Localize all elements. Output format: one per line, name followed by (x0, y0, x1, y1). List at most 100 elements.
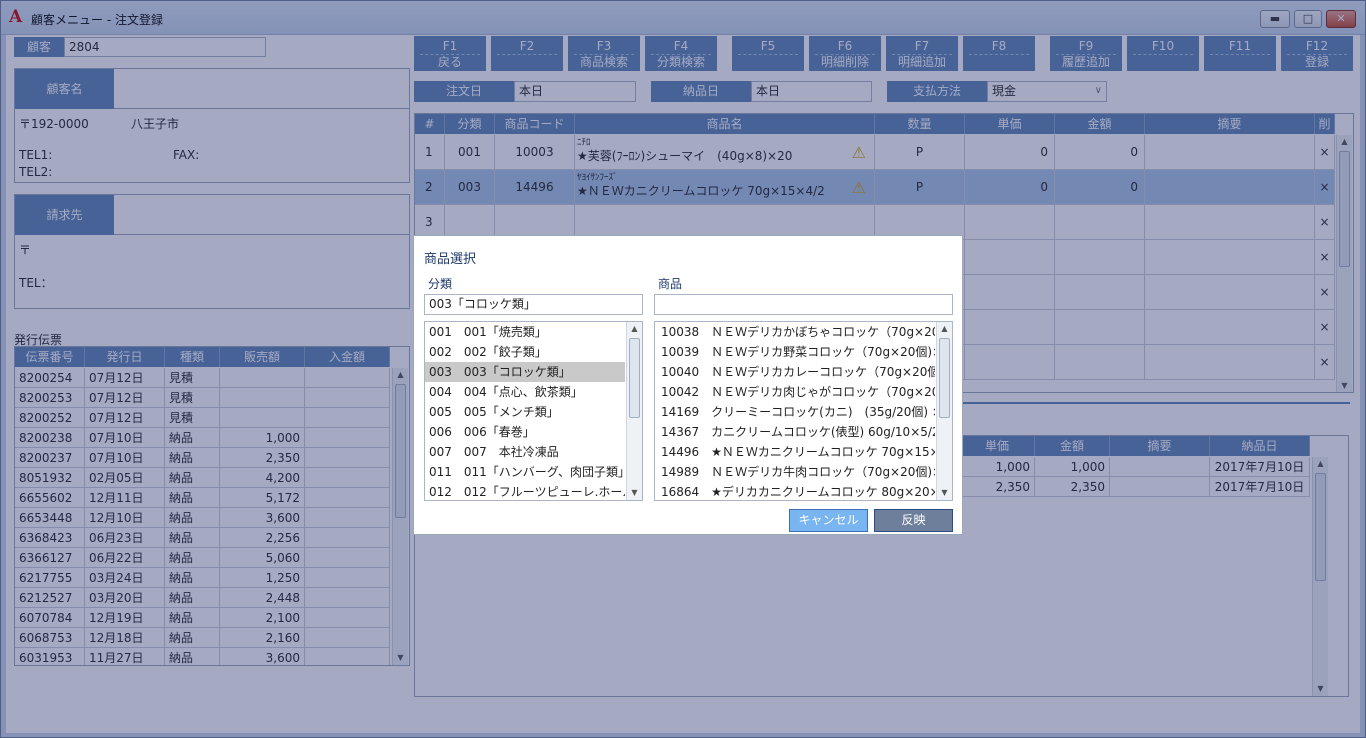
category-item[interactable]: 007 007 本社冷凍品 (425, 442, 625, 462)
product-item[interactable]: 16864 ★デリカカニクリームコロッケ 80g×20×3/2 (655, 482, 935, 500)
scroll-thumb[interactable] (629, 338, 640, 419)
product-item[interactable]: 14367 カニクリームコロッケ(俵型) 60g/10×5/2 (655, 422, 935, 442)
product-name-cell[interactable]: ﾆﾁﾛ ★芙蓉(ﾌｰﾛﾝ)シューマイ (40g×8)×20 ⚠ (575, 135, 875, 170)
slips-header-0[interactable]: 伝票番号 (15, 347, 85, 367)
history-header-0[interactable]: 単価 (960, 436, 1035, 456)
product-scrollbar[interactable]: ▲ ▼ (936, 322, 952, 500)
table-row[interactable]: 6368423 06月23日 納品 2,256 (15, 528, 390, 548)
fkey-f9-button[interactable]: F9 履歴追加 (1050, 36, 1122, 71)
delete-row-icon[interactable]: × (1315, 135, 1335, 170)
fkey-f10-button[interactable]: F10 (1127, 36, 1199, 71)
category-item[interactable]: 005 005「メンチ類」 (425, 402, 625, 422)
product-item[interactable]: 10038 ＮＥＷデリカかぼちゃコロッケ（70g×20個)× (655, 322, 935, 342)
product-list[interactable]: 10038 ＮＥＷデリカかぼちゃコロッケ（70g×20個)×10039 ＮＥＷデ… (654, 321, 953, 501)
order-header-7[interactable]: 摘要 (1145, 114, 1315, 134)
order-header-2[interactable]: 商品コード (495, 114, 575, 134)
fkey-f3-button[interactable]: F3 商品検索 (568, 36, 640, 71)
table-row[interactable]: 8200252 07月12日 見積 (15, 408, 390, 428)
category-item[interactable]: 002 002「餃子類」 (425, 342, 625, 362)
category-item[interactable]: 001 001「焼売類」 (425, 322, 625, 342)
table-row[interactable]: 8051932 02月05日 納品 4,200 (15, 468, 390, 488)
fkey-f7-button[interactable]: F7 明細追加 (886, 36, 958, 71)
customer-code-field[interactable]: 2804 (64, 37, 266, 57)
table-row[interactable]: 8200237 07月10日 納品 2,350 (15, 448, 390, 468)
scroll-thumb[interactable] (1339, 151, 1350, 268)
category-search-input[interactable]: 003「コロッケ類」 (424, 294, 643, 315)
product-item[interactable]: 14496 ★ＮＥＷカニクリームコロッケ 70g×15×4/2 (655, 442, 935, 462)
product-search-input[interactable] (654, 294, 953, 315)
scroll-down-icon[interactable]: ▼ (627, 486, 642, 500)
table-row[interactable]: 6068753 12月18日 納品 2,160 (15, 628, 390, 648)
payment-select[interactable]: 現金 ∨ (987, 81, 1107, 102)
product-item[interactable]: 10040 ＮＥＷデリカカレーコロッケ（70g×20個)×3/ (655, 362, 935, 382)
product-item[interactable]: 14989 ＮＥＷデリカ牛肉コロッケ（70g×20個)×3/ (655, 462, 935, 482)
order-row[interactable]: 1 001 10003 ﾆﾁﾛ ★芙蓉(ﾌｰﾛﾝ)シューマイ (40g×8)×20 ⚠ P 0… (415, 135, 1335, 170)
category-item-selected[interactable]: 003 003「コロッケ類」 (425, 362, 625, 382)
fkey-f6-button[interactable]: F6 明細削除 (809, 36, 881, 71)
delete-row-icon[interactable]: × (1315, 205, 1335, 240)
delete-row-icon[interactable]: × (1315, 240, 1335, 275)
delivery-date-field[interactable]: 本日 (751, 81, 872, 102)
product-name-cell[interactable]: ﾔﾖｲｻﾝﾌｰｽﾞ ★ＮＥＷカニクリームコロッケ 70g×15×4/2 ⚠ (575, 170, 875, 205)
order-header-6[interactable]: 金額 (1055, 114, 1145, 134)
history-header-2[interactable]: 摘要 (1110, 436, 1210, 456)
scroll-up-icon[interactable]: ▲ (1337, 135, 1352, 149)
order-date-field[interactable]: 本日 (514, 81, 636, 102)
table-row[interactable]: 6217755 03月24日 納品 1,250 (15, 568, 390, 588)
fkey-f1-button[interactable]: F1 戻る (414, 36, 486, 71)
table-row[interactable]: 6031953 11月27日 納品 3,600 (15, 648, 390, 665)
slips-header-1[interactable]: 発行日 (85, 347, 165, 367)
order-row-selected[interactable]: 2 003 14496 ﾔﾖｲｻﾝﾌｰｽﾞ ★ＮＥＷカニクリームコロッケ 70g×15×… (415, 170, 1335, 205)
scroll-thumb[interactable] (1315, 473, 1326, 581)
category-list[interactable]: 001 001「焼売類」 002 002「餃子類」 003 003「コロッケ類」 00… (424, 321, 643, 501)
category-scrollbar[interactable]: ▲ ▼ (626, 322, 642, 500)
order-header-5[interactable]: 単価 (965, 114, 1055, 134)
fkey-f5-button[interactable]: F5 (732, 36, 804, 71)
scroll-down-icon[interactable]: ▼ (1313, 682, 1328, 696)
table-row[interactable]: 8200254 07月12日 見積 (15, 368, 390, 388)
scroll-thumb[interactable] (939, 338, 950, 419)
scroll-down-icon[interactable]: ▼ (937, 486, 952, 500)
order-header-4[interactable]: 数量 (875, 114, 965, 134)
apply-button[interactable]: 反映 (874, 509, 953, 532)
slips-scrollbar[interactable]: ▲ ▼ (392, 368, 408, 665)
order-scrollbar[interactable]: ▲ ▼ (1336, 135, 1352, 392)
category-item[interactable]: 012 012「フルーツピューレ.ホール類」 (425, 482, 625, 500)
fkey-f11-button[interactable]: F11 (1204, 36, 1276, 71)
scroll-up-icon[interactable]: ▲ (393, 368, 408, 382)
category-item[interactable]: 006 006「春巻」 (425, 422, 625, 442)
scroll-up-icon[interactable]: ▲ (627, 322, 642, 336)
delete-row-icon[interactable]: × (1315, 345, 1335, 380)
scroll-thumb[interactable] (395, 384, 406, 518)
product-item[interactable]: 14169 クリーミーコロッケ(カニ) (35g/20個) ×5/2 (655, 402, 935, 422)
scroll-up-icon[interactable]: ▲ (937, 322, 952, 336)
minimize-icon[interactable]: ▬ (1260, 10, 1290, 28)
fkey-f12-button[interactable]: F12 登録 (1281, 36, 1353, 71)
scroll-down-icon[interactable]: ▼ (1337, 379, 1352, 392)
slips-header-2[interactable]: 種類 (165, 347, 220, 367)
table-row[interactable]: 6366127 06月22日 納品 5,060 (15, 548, 390, 568)
product-item[interactable]: 10042 ＮＥＷデリカ肉じゃがコロッケ（70g×20個)× (655, 382, 935, 402)
fkey-f2-button[interactable]: F2 (491, 36, 563, 71)
history-scrollbar[interactable]: ▲ ▼ (1312, 457, 1328, 696)
delete-row-icon[interactable]: × (1315, 170, 1335, 205)
cancel-button[interactable]: キャンセル (789, 509, 868, 532)
close-icon[interactable]: ✕ (1326, 10, 1356, 28)
slips-header-4[interactable]: 入金額 (305, 347, 390, 367)
category-item[interactable]: 011 011「ハンバーグ、肉団子類」 (425, 462, 625, 482)
table-row[interactable]: 6212527 03月20日 納品 2,448 (15, 588, 390, 608)
fkey-f8-button[interactable]: F8 (963, 36, 1035, 71)
order-header-8[interactable]: 削 (1315, 114, 1335, 134)
table-row[interactable]: 8200238 07月10日 納品 1,000 (15, 428, 390, 448)
order-header-1[interactable]: 分類 (445, 114, 495, 134)
order-header-0[interactable]: # (415, 114, 445, 134)
table-row[interactable]: 6070784 12月19日 納品 2,100 (15, 608, 390, 628)
table-row[interactable]: 8200253 07月12日 見積 (15, 388, 390, 408)
slips-header-3[interactable]: 販売額 (220, 347, 305, 367)
delete-row-icon[interactable]: × (1315, 310, 1335, 345)
category-item[interactable]: 004 004「点心、飲茶類」 (425, 382, 625, 402)
maximize-icon[interactable]: □ (1294, 10, 1322, 28)
product-item[interactable]: 10039 ＮＥＷデリカ野菜コロッケ（70g×20個)×3/ (655, 342, 935, 362)
order-header-3[interactable]: 商品名 (575, 114, 875, 134)
scroll-up-icon[interactable]: ▲ (1313, 457, 1328, 471)
